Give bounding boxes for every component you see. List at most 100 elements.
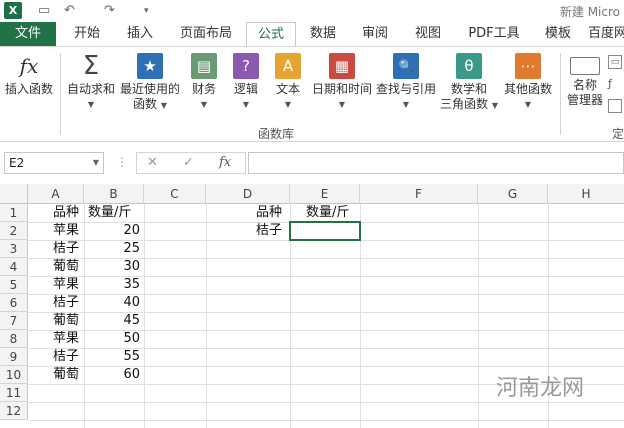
dropdown-arrow-icon: ▼ [491,101,498,110]
cell-b7[interactable]: 45 [84,312,144,330]
chevron-down-icon[interactable]: ▼ [93,153,99,173]
column-header-f[interactable]: F [360,184,478,204]
tab-formulas[interactable]: 公式 [246,22,296,47]
cell-b3[interactable]: 25 [84,240,144,258]
row-header-6[interactable]: 6 [0,294,28,312]
name-box[interactable]: E2 ▼ [4,152,104,174]
row-header-2[interactable]: 2 [0,222,28,240]
date-time-button[interactable]: ▦ 日期和时间 ▼ [310,53,374,112]
ribbon-divider [60,53,61,135]
resize-handle-icon[interactable]: ⋮ [116,155,128,169]
cell-a1[interactable]: 品种 [50,204,84,222]
text-button[interactable]: A 文本 ▼ [270,53,306,112]
cell-a2[interactable]: 苹果 [50,222,84,240]
row-header-1[interactable]: 1 [0,204,28,222]
tab-insert[interactable]: 插入 [116,22,164,46]
column-header-c[interactable]: C [144,184,206,204]
cell-a6[interactable]: 桔子 [50,294,84,312]
more-functions-button[interactable]: ⋯ 其他函数 ▼ [500,53,556,112]
dropdown-arrow-icon: ▼ [524,100,532,109]
select-all-corner[interactable] [0,184,28,204]
column-header-a[interactable]: A [28,184,84,204]
column-header-e[interactable]: E [290,184,360,204]
math-trig-label-2: 三角函数 [440,97,489,111]
tab-home[interactable]: 开始 [62,22,112,46]
name-manager-button[interactable]: 名称 管理器 [562,53,608,108]
row-header-4[interactable]: 4 [0,258,28,276]
cell-a4[interactable]: 葡萄 [50,258,84,276]
quick-access-dropdown-icon[interactable]: ▾ [144,6,149,16]
cell-a10[interactable]: 葡萄 [50,366,84,384]
column-header-g[interactable]: G [478,184,548,204]
tab-templates[interactable]: 模板 [536,22,580,46]
row-header-11[interactable]: 11 [0,384,28,402]
row-header-8[interactable]: 8 [0,330,28,348]
tab-file[interactable]: 文件 [0,22,56,46]
cell-b1[interactable]: 数量/斤 [85,204,145,222]
worksheet-grid[interactable]: A B C D E F G H 1 2 3 4 5 6 7 8 9 10 11 … [0,184,624,428]
recently-used-button[interactable]: ★ 最近使用的 函数 ▼ [118,53,182,113]
gridline [206,204,207,428]
gridline [144,204,145,428]
cell-b10[interactable]: 60 [84,366,144,384]
cancel-icon[interactable]: ✕ [147,155,158,170]
undo-icon[interactable]: ↶ [64,3,75,18]
redo-icon[interactable]: ↷ [104,3,115,18]
cell-a9[interactable]: 桔子 [50,348,84,366]
tab-baidu[interactable]: 百度网 [588,22,624,46]
name-manager-label-2: 管理器 [566,93,603,107]
gridline [478,204,479,428]
row-header-7[interactable]: 7 [0,312,28,330]
tab-pdf-tools[interactable]: PDF工具 [458,22,530,46]
row-header-3[interactable]: 3 [0,240,28,258]
define-name-icon[interactable]: ▭ [608,55,622,69]
cell-b2[interactable]: 20 [84,222,144,240]
cell-a7[interactable]: 葡萄 [50,312,84,330]
math-trig-button[interactable]: θ 数学和 三角函数 ▼ [440,53,498,113]
cell-a3[interactable]: 桔子 [50,240,84,258]
use-in-formula-icon[interactable]: ƒ [608,77,622,91]
tab-view[interactable]: 视图 [404,22,452,46]
create-from-selection-icon[interactable] [608,99,622,113]
column-header-d[interactable]: D [206,184,290,204]
cell-a5[interactable]: 苹果 [50,276,84,294]
enter-icon[interactable]: ✓ [183,155,194,170]
dropdown-arrow-icon: ▼ [87,100,95,109]
cell-b9[interactable]: 55 [84,348,144,366]
row-header-12[interactable]: 12 [0,402,28,420]
column-header-b[interactable]: B [84,184,144,204]
math-trig-label-1: 数学和 [450,82,487,96]
cell-d2[interactable]: 桔子 [253,222,290,240]
group-label-defined-names: 定 [612,127,624,141]
document-title: 新建 Micro [559,5,620,19]
cell-b6[interactable]: 40 [84,294,144,312]
more-functions-label: 其他函数 [503,82,552,96]
insert-function-icon[interactable]: fx [219,155,231,170]
row-header-5[interactable]: 5 [0,276,28,294]
cell-b8[interactable]: 50 [84,330,144,348]
column-header-h[interactable]: H [548,184,624,204]
tab-page-layout[interactable]: 页面布局 [168,22,244,46]
formula-bar: E2 ▼ ⋮ ✕ ✓ fx [0,142,624,184]
cell-e1[interactable]: 数量/斤 [303,204,360,222]
formula-input[interactable] [248,152,624,174]
star-icon: ★ [137,53,163,79]
financial-button[interactable]: ▤ 财务 ▼ [186,53,222,112]
row-header-10[interactable]: 10 [0,366,28,384]
cell-d1[interactable]: 品种 [253,204,290,222]
tab-data[interactable]: 数据 [300,22,346,46]
autosum-button[interactable]: Σ 自动求和 ▼ [64,53,118,112]
cell-a8[interactable]: 苹果 [50,330,84,348]
lookup-reference-label: 查找与引用 [375,82,436,96]
lookup-reference-button[interactable]: 🔍 查找与引用 ▼ [374,53,438,112]
cell-b5[interactable]: 35 [84,276,144,294]
row-header-9[interactable]: 9 [0,348,28,366]
question-icon: ? [233,53,259,79]
tab-review[interactable]: 审阅 [352,22,398,46]
gridline [28,402,624,403]
insert-function-button[interactable]: fx 插入函数 [2,53,56,97]
active-cell-selection[interactable] [289,221,361,241]
cell-b4[interactable]: 30 [84,258,144,276]
logical-button[interactable]: ? 逻辑 ▼ [228,53,264,112]
save-icon[interactable]: ▭ [38,3,50,18]
